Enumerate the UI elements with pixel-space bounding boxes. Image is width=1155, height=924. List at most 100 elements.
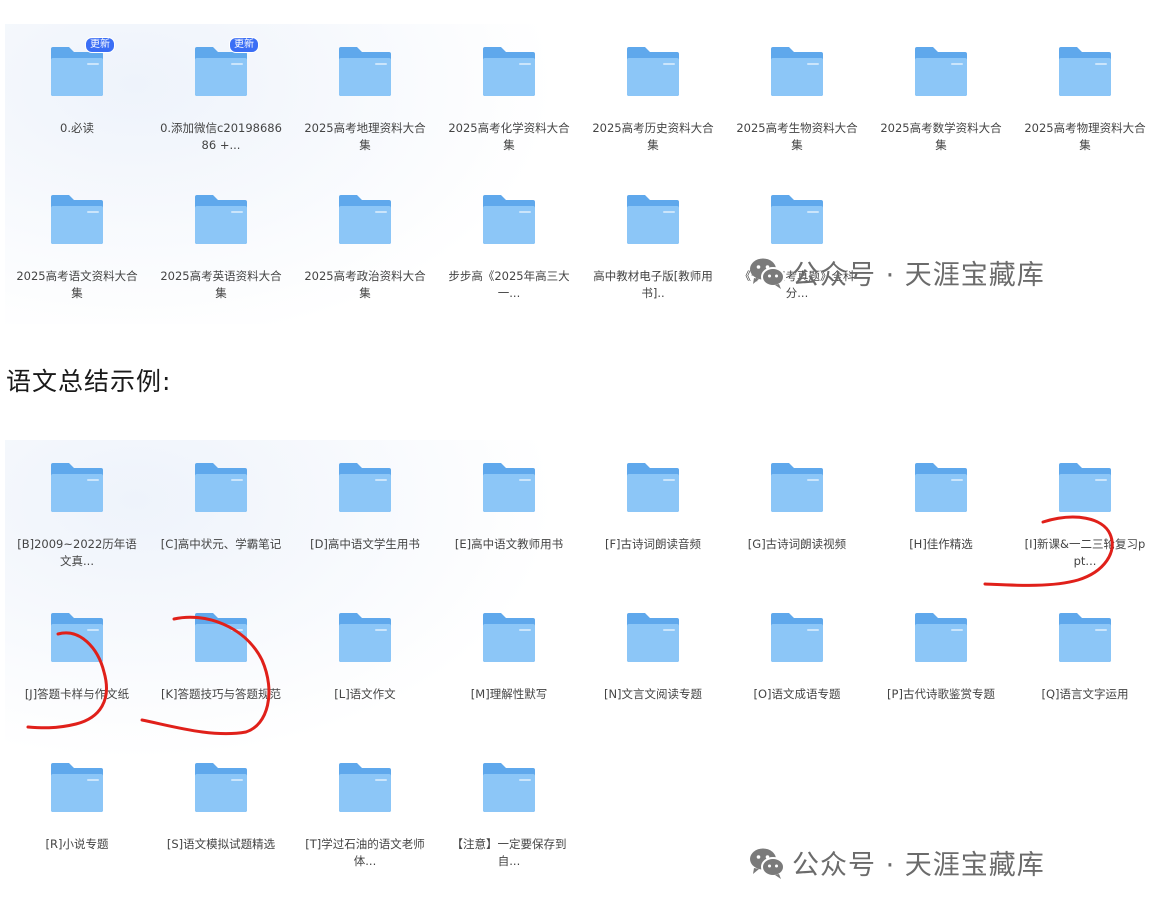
- folder-item[interactable]: 2025高考历史资料大合集: [581, 24, 725, 172]
- folder-label: 高中教材电子版[教师用书]..: [593, 269, 713, 300]
- update-badge: 更新: [229, 37, 259, 53]
- folder-icon: [49, 194, 105, 246]
- folder-item[interactable]: [P]古代诗歌鉴赏专题: [869, 590, 1013, 740]
- folder-item[interactable]: 2025高考地理资料大合集: [293, 24, 437, 172]
- folder-item[interactable]: [T]学过石油的语文老师体...: [293, 740, 437, 890]
- folder-label: 2025高考化学资料大合集: [448, 121, 570, 152]
- folder-item[interactable]: 《十年高考真题》全科分...: [725, 172, 869, 320]
- folder-icon: [193, 612, 249, 664]
- folder-label: [E]高中语文教师用书: [454, 537, 564, 551]
- folder-icon: [769, 612, 825, 664]
- folder-icon: [481, 462, 537, 514]
- folder-item[interactable]: [N]文言文阅读专题: [581, 590, 725, 740]
- folder-item[interactable]: 2025高考生物资料大合集: [725, 24, 869, 172]
- folder-label: 0.添加微信c2019868686 +...: [160, 121, 282, 152]
- folder-item[interactable]: [M]理解性默写: [437, 590, 581, 740]
- folder-item[interactable]: 2025高考英语资料大合集: [149, 172, 293, 320]
- watermark-text: 公众号 · 天涯宝藏库: [792, 260, 1045, 291]
- folder-label: 【注意】一定要保存到自...: [451, 837, 567, 868]
- bottom-folder-panel: [B]2009~2022历年语文真... [C]高中状元、学霸笔记 [D]高中语文学…: [5, 440, 1153, 910]
- folder-icon: [49, 612, 105, 664]
- folder-label: [C]高中状元、学霸笔记: [160, 537, 282, 551]
- folder-label: 2025高考政治资料大合集: [304, 269, 426, 300]
- folder-label: [R]小说专题: [45, 837, 109, 851]
- folder-icon: [337, 762, 393, 814]
- folder-label: [F]古诗词朗读音频: [604, 537, 702, 551]
- folder-label: 2025高考历史资料大合集: [592, 121, 714, 152]
- folder-item[interactable]: [F]古诗词朗读音频: [581, 440, 725, 590]
- folder-item[interactable]: 更新 0.必读: [5, 24, 149, 172]
- folder-item[interactable]: [H]佳作精选: [869, 440, 1013, 590]
- folder-item[interactable]: [R]小说专题: [5, 740, 149, 890]
- folder-item[interactable]: [B]2009~2022历年语文真...: [5, 440, 149, 590]
- folder-item[interactable]: [J]答题卡样与作文纸: [5, 590, 149, 740]
- folder-icon: [193, 462, 249, 514]
- wechat-icon: [750, 258, 785, 289]
- folder-icon: [481, 194, 537, 246]
- folder-icon: [625, 612, 681, 664]
- folder-item[interactable]: [C]高中状元、学霸笔记: [149, 440, 293, 590]
- folder-label: [S]语文模拟试题精选: [166, 837, 276, 851]
- folder-item[interactable]: 2025高考政治资料大合集: [293, 172, 437, 320]
- folder-item[interactable]: [Q]语言文字运用: [1013, 590, 1155, 740]
- folder-item[interactable]: [G]古诗词朗读视频: [725, 440, 869, 590]
- watermark-text: 公众号 · 天涯宝藏库: [792, 850, 1045, 881]
- folder-item[interactable]: [S]语文模拟试题精选: [149, 740, 293, 890]
- folder-icon: [625, 194, 681, 246]
- folder-label: [M]理解性默写: [470, 687, 548, 701]
- folder-label: 0.必读: [60, 121, 94, 135]
- folder-label: [I]新课&一二三轮复习ppt...: [1024, 537, 1146, 568]
- folder-icon: [481, 612, 537, 664]
- folder-label: [K]答题技巧与答题规范: [160, 687, 281, 701]
- folder-icon: [769, 462, 825, 514]
- bottom-folder-grid: [B]2009~2022历年语文真... [C]高中状元、学霸笔记 [D]高中语文学…: [5, 440, 1155, 890]
- folder-item[interactable]: [O]语文成语专题: [725, 590, 869, 740]
- folder-item[interactable]: 2025高考数学资料大合集: [869, 24, 1013, 172]
- folder-item[interactable]: 高中教材电子版[教师用书]..: [581, 172, 725, 320]
- folder-label: [O]语文成语专题: [753, 687, 841, 701]
- folder-icon: [913, 462, 969, 514]
- update-badge: 更新: [85, 37, 115, 53]
- folder-icon: [625, 46, 681, 98]
- folder-item[interactable]: [D]高中语文学生用书: [293, 440, 437, 590]
- folder-item[interactable]: 【注意】一定要保存到自...: [437, 740, 581, 890]
- folder-item[interactable]: [E]高中语文教师用书: [437, 440, 581, 590]
- wechat-icon: [750, 848, 785, 879]
- folder-icon: [49, 462, 105, 514]
- folder-label: [T]学过石油的语文老师体...: [305, 837, 425, 868]
- folder-item[interactable]: 步步高《2025年高三大一...: [437, 172, 581, 320]
- folder-icon: [193, 762, 249, 814]
- folder-item[interactable]: 2025高考物理资料大合集: [1013, 24, 1155, 172]
- folder-label: 2025高考数学资料大合集: [880, 121, 1002, 152]
- folder-icon: [769, 194, 825, 246]
- folder-label: 2025高考生物资料大合集: [736, 121, 858, 152]
- watermark: 公众号 · 天涯宝藏库: [748, 843, 1045, 882]
- folder-icon: [49, 762, 105, 814]
- folder-icon: [1057, 462, 1113, 514]
- folder-label: 2025高考语文资料大合集: [16, 269, 138, 300]
- folder-item[interactable]: [I]新课&一二三轮复习ppt...: [1013, 440, 1155, 590]
- folder-label: [B]2009~2022历年语文真...: [17, 537, 137, 568]
- folder-item[interactable]: 2025高考语文资料大合集: [5, 172, 149, 320]
- folder-icon: 更新: [193, 37, 259, 98]
- folder-icon: [481, 46, 537, 98]
- folder-item[interactable]: 2025高考化学资料大合集: [437, 24, 581, 172]
- folder-icon: [1057, 46, 1113, 98]
- folder-label: [D]高中语文学生用书: [310, 537, 420, 551]
- folder-item[interactable]: [L]语文作文: [293, 590, 437, 740]
- folder-icon: [913, 612, 969, 664]
- folder-label: 2025高考英语资料大合集: [160, 269, 282, 300]
- folder-item[interactable]: 更新 0.添加微信c2019868686 +...: [149, 24, 293, 172]
- folder-label: [H]佳作精选: [909, 537, 973, 551]
- folder-item[interactable]: [K]答题技巧与答题规范: [149, 590, 293, 740]
- folder-icon: [337, 194, 393, 246]
- folder-label: 步步高《2025年高三大一...: [448, 269, 570, 300]
- folder-label: 2025高考物理资料大合集: [1024, 121, 1146, 152]
- folder-label: [G]古诗词朗读视频: [747, 537, 847, 551]
- folder-icon: [337, 612, 393, 664]
- folder-label: [L]语文作文: [334, 687, 396, 701]
- folder-icon: [337, 462, 393, 514]
- folder-icon: [1057, 612, 1113, 664]
- folder-label: [N]文言文阅读专题: [603, 687, 703, 701]
- folder-icon: [193, 194, 249, 246]
